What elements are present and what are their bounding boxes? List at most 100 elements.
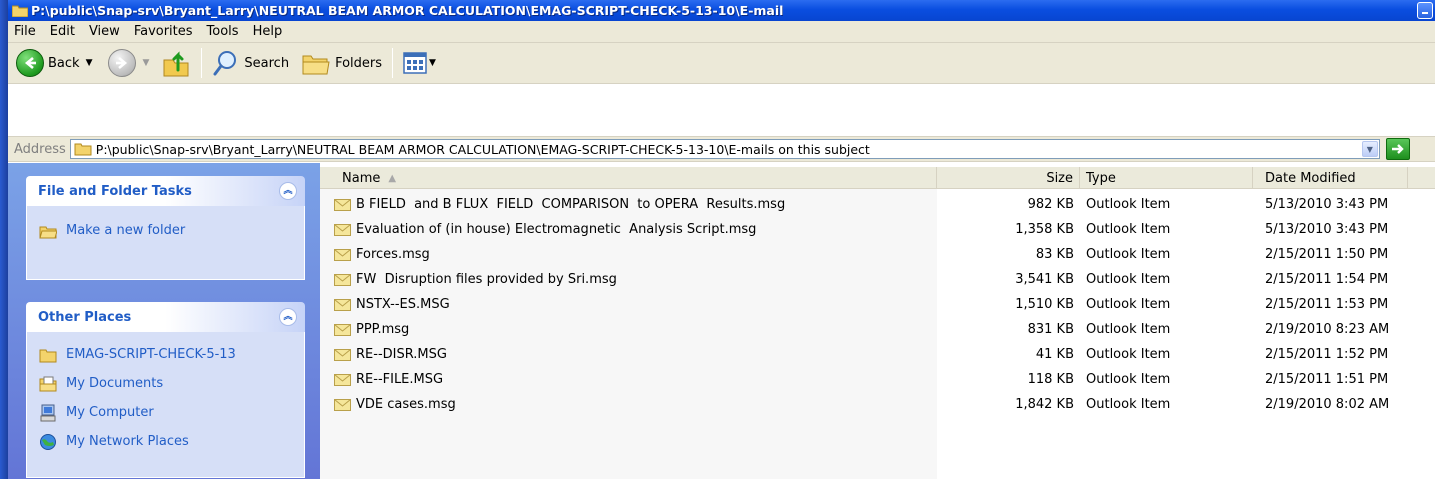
title-bar: P:\public\Snap-srv\Bryant_Larry\NEUTRAL … <box>8 0 1435 21</box>
file-row[interactable]: VDE cases.msg 1,842 KB Outlook Item 2/19/20… <box>320 392 1435 417</box>
file-name-cell[interactable]: PPP.msg <box>334 317 409 342</box>
file-row[interactable]: PPP.msg 831 KB Outlook Item 2/19/2010 8:23 … <box>320 317 1435 342</box>
file-date-modified: 2/19/2010 8:23 AM <box>1265 322 1390 337</box>
file-date-modified: 2/19/2010 8:02 AM <box>1265 397 1390 412</box>
file-size: 41 KB <box>1035 347 1074 362</box>
file-name-cell[interactable]: FW Disruption files provided by Sri.msg <box>334 267 617 292</box>
file-type: Outlook Item <box>1086 322 1171 337</box>
column-name-header[interactable]: Name ▲ <box>320 167 937 189</box>
up-folder-icon <box>163 51 189 77</box>
menu-file[interactable]: File <box>14 24 36 39</box>
file-name: Forces.msg <box>356 247 430 262</box>
column-headers: Name ▲ Size Type Date Modified <box>320 167 1435 189</box>
toolbar-separator <box>392 48 394 78</box>
file-row[interactable]: Evaluation of (in house) Electromagnetic… <box>320 217 1435 242</box>
file-type: Outlook Item <box>1086 222 1171 237</box>
place-label: EMAG-SCRIPT-CHECK-5-13 <box>66 347 236 362</box>
file-name-cell[interactable]: Evaluation of (in house) Electromagnetic… <box>334 217 756 242</box>
file-name-cell[interactable]: RE--FILE.MSG <box>334 367 443 392</box>
views-button[interactable]: ▼ <box>399 46 440 80</box>
back-arrow-icon <box>16 49 44 77</box>
email-message-icon <box>334 348 351 361</box>
file-row[interactable]: FW Disruption files provided by Sri.msg 3… <box>320 267 1435 292</box>
forward-arrow-icon <box>108 49 137 77</box>
other-places-header[interactable]: Other Places ︽ <box>26 302 305 332</box>
file-size: 982 KB <box>1027 197 1074 212</box>
file-name-cell[interactable]: VDE cases.msg <box>334 392 456 417</box>
folder-icon <box>39 349 57 362</box>
task-pane: File and Folder Tasks ︽ Make a new folde… <box>8 163 320 479</box>
email-message-icon <box>334 198 351 211</box>
file-type: Outlook Item <box>1086 347 1171 362</box>
file-row[interactable]: RE--FILE.MSG 118 KB Outlook Item 2/15/2011 … <box>320 367 1435 392</box>
address-path: P:\public\Snap-srv\Bryant_Larry\NEUTRAL … <box>95 141 870 157</box>
views-dropdown-icon[interactable]: ▼ <box>429 58 436 68</box>
file-type: Outlook Item <box>1086 397 1171 412</box>
file-size: 831 KB <box>1027 322 1074 337</box>
collapse-chevron-icon[interactable]: ︽ <box>279 182 297 200</box>
minimize-button[interactable] <box>1417 2 1433 19</box>
folder-icon <box>12 5 28 17</box>
menu-edit[interactable]: Edit <box>50 24 75 39</box>
menu-favorites[interactable]: Favorites <box>134 24 193 39</box>
place-emag-script-check[interactable]: EMAG-SCRIPT-CHECK-5-13 <box>39 340 292 369</box>
collapse-chevron-icon[interactable]: ︽ <box>279 308 297 326</box>
new-folder-icon <box>39 226 57 238</box>
back-dropdown-icon[interactable]: ▼ <box>86 58 93 68</box>
back-label: Back <box>48 55 80 71</box>
file-name: PPP.msg <box>356 322 410 337</box>
file-type: Outlook Item <box>1086 372 1171 387</box>
address-dropdown-icon[interactable]: ▼ <box>1361 141 1378 157</box>
search-button[interactable]: Search <box>208 46 293 80</box>
back-button[interactable]: Back ▼ <box>12 46 96 80</box>
go-button[interactable] <box>1385 138 1410 160</box>
file-size: 118 KB <box>1027 372 1074 387</box>
toolbar: Back ▼ ▼ Search Folders ▼ <box>8 43 1435 84</box>
menu-view[interactable]: View <box>89 24 120 39</box>
file-name-cell[interactable]: Forces.msg <box>334 242 430 267</box>
file-name-cell[interactable]: RE--DISR.MSG <box>334 342 447 367</box>
column-size-header[interactable]: Size <box>937 167 1080 189</box>
column-date-header[interactable]: Date Modified <box>1253 167 1408 189</box>
file-type: Outlook Item <box>1086 272 1171 287</box>
email-message-icon <box>334 398 351 411</box>
file-name: B FIELD and B FLUX FIELD COMPARISON to O… <box>356 197 786 212</box>
file-row[interactable]: B FIELD and B FLUX FIELD COMPARISON to O… <box>320 192 1435 217</box>
place-my-documents[interactable]: My Documents <box>39 369 292 398</box>
folders-button[interactable]: Folders <box>297 46 386 80</box>
menu-tools[interactable]: Tools <box>207 24 239 39</box>
address-bar: Address P:\public\Snap-srv\Bryant_Larry\… <box>8 136 1435 162</box>
file-name-cell[interactable]: NSTX--ES.MSG <box>334 292 450 317</box>
file-size: 83 KB <box>1035 247 1074 262</box>
column-type-header[interactable]: Type <box>1080 167 1253 189</box>
file-row[interactable]: NSTX--ES.MSG 1,510 KB Outlook Item 2/15/201… <box>320 292 1435 317</box>
menu-bar: File Edit View Favorites Tools Help <box>8 21 1435 43</box>
email-message-icon <box>334 273 351 286</box>
file-date-modified: 5/13/2010 3:43 PM <box>1265 197 1389 212</box>
forward-dropdown-icon[interactable]: ▼ <box>142 58 149 68</box>
file-size: 1,842 KB <box>1015 397 1074 412</box>
up-folder-button[interactable] <box>157 46 195 80</box>
file-row[interactable]: RE--DISR.MSG 41 KB Outlook Item 2/15/2011 1… <box>320 342 1435 367</box>
file-folder-tasks-header[interactable]: File and Folder Tasks ︽ <box>26 176 305 206</box>
file-date-modified: 2/15/2011 1:51 PM <box>1265 372 1389 387</box>
place-my-computer[interactable]: My Computer <box>39 398 292 427</box>
file-row[interactable]: Forces.msg 83 KB Outlook Item 2/15/2011 1:5… <box>320 242 1435 267</box>
make-new-folder-link[interactable]: Make a new folder <box>39 216 292 245</box>
file-name: Evaluation of (in house) Electromagnetic… <box>356 222 757 237</box>
file-type: Outlook Item <box>1086 197 1171 212</box>
email-message-icon <box>334 248 351 261</box>
forward-button[interactable]: ▼ <box>104 46 153 80</box>
email-message-icon <box>334 298 351 311</box>
file-size: 1,358 KB <box>1015 222 1074 237</box>
file-size: 1,510 KB <box>1015 297 1074 312</box>
file-date-modified: 5/13/2010 3:43 PM <box>1265 222 1389 237</box>
place-my-network-places[interactable]: My Network Places <box>39 427 292 456</box>
folders-icon <box>302 55 330 75</box>
toolbar-separator <box>201 48 203 78</box>
file-name-cell[interactable]: B FIELD and B FLUX FIELD COMPARISON to O… <box>334 192 785 217</box>
window-title: P:\public\Snap-srv\Bryant_Larry\NEUTRAL … <box>31 3 784 18</box>
address-input[interactable]: P:\public\Snap-srv\Bryant_Larry\NEUTRAL … <box>69 139 1380 159</box>
views-icon <box>403 52 427 74</box>
menu-help[interactable]: Help <box>253 24 283 39</box>
